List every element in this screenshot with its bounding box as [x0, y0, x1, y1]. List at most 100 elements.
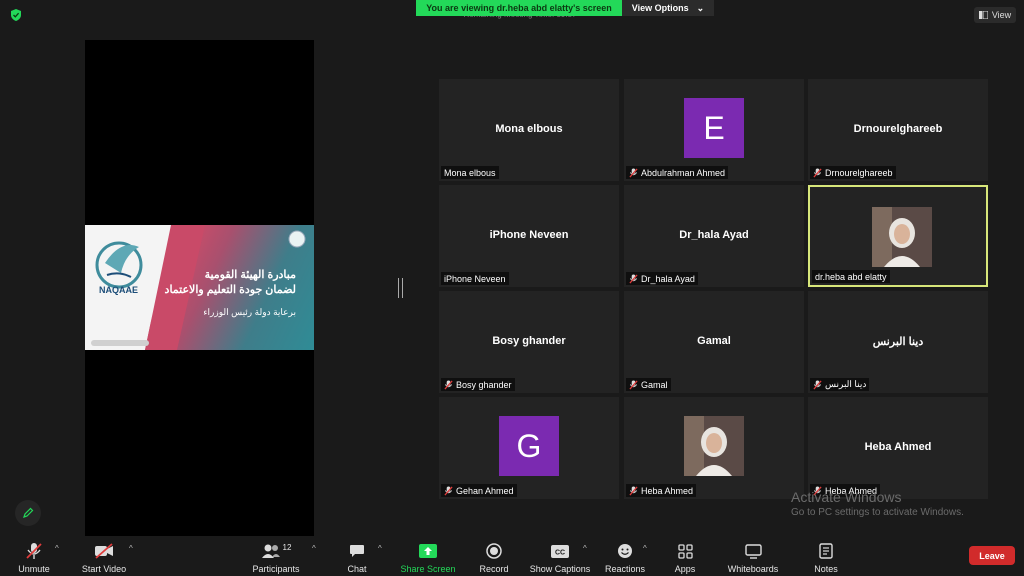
- participant-tile[interactable]: Dr_hala Ayad Dr_hala Ayad: [624, 185, 804, 287]
- reactions-button[interactable]: Reactions: [603, 542, 647, 576]
- mic-muted-icon: [813, 168, 822, 177]
- participant-name-label: Drnourelghareeb: [810, 166, 896, 179]
- participant-tile[interactable]: Bosy ghander Bosy ghander: [439, 291, 619, 393]
- participants-caret[interactable]: ^: [312, 544, 316, 553]
- chat-label: Chat: [347, 564, 367, 574]
- participant-tile[interactable]: G Gehan Ahmed: [439, 397, 619, 499]
- participants-label: Participants: [252, 564, 300, 574]
- participant-name: Bosy ghander: [456, 379, 512, 390]
- start-video-button[interactable]: Start Video: [80, 542, 128, 576]
- slide-title-line2: لضمان جودة التعليم والاعتماد: [164, 284, 296, 296]
- chat-caret[interactable]: ^: [378, 544, 382, 553]
- slide-url-bar: [91, 340, 149, 346]
- slide-title-line1: مبادرة الهيئة القومية: [204, 269, 296, 281]
- pencil-icon: [23, 507, 34, 518]
- participant-display-name: دينا البرنس: [872, 336, 924, 348]
- participant-name: dr.heba abd elatty: [815, 271, 887, 282]
- view-button[interactable]: View: [974, 7, 1016, 23]
- video-options-caret[interactable]: ^: [129, 544, 133, 553]
- participant-name: iPhone Neveen: [444, 273, 506, 284]
- participant-tile[interactable]: Drnourelghareeb Drnourelghareeb: [808, 79, 988, 181]
- share-screen-button[interactable]: Share Screen: [400, 542, 456, 576]
- apps-button[interactable]: Apps: [668, 542, 702, 576]
- participant-name: Gamal: [641, 379, 668, 390]
- shield-icon[interactable]: [10, 9, 22, 21]
- unmute-button[interactable]: Unmute: [12, 542, 56, 576]
- profile-photo: [684, 416, 744, 476]
- captions-icon: CC: [551, 544, 569, 558]
- meeting-toolbar: Unmute ^ Start Video ^ 12 Participants ^…: [0, 536, 1024, 576]
- mic-muted-icon: [444, 380, 453, 389]
- participant-name-label: Heba Ahmed: [626, 484, 697, 497]
- avatar: G: [499, 416, 559, 476]
- viewing-screen-banner: You are viewing dr.heba abd elatty's scr…: [416, 0, 622, 16]
- participant-name: Mona elbous: [444, 167, 496, 178]
- view-options-button[interactable]: View Options ⌄: [622, 0, 714, 16]
- view-button-label: View: [991, 10, 1012, 20]
- reactions-icon: [618, 544, 632, 558]
- participant-name-label: Dr_hala Ayad: [626, 272, 698, 285]
- participant-name-label: Mona elbous: [441, 166, 499, 179]
- mic-muted-icon: [629, 380, 638, 389]
- reactions-label: Reactions: [604, 564, 646, 574]
- participant-name: Dr_hala Ayad: [641, 273, 695, 284]
- chat-button[interactable]: Chat: [340, 542, 374, 576]
- record-button[interactable]: Record: [476, 542, 512, 576]
- participant-display-name: Dr_hala Ayad: [679, 229, 749, 241]
- leave-button[interactable]: Leave: [969, 546, 1015, 565]
- participant-display-name: Heba Ahmed: [864, 441, 932, 453]
- record-icon: [486, 543, 502, 559]
- participant-name-label: iPhone Neveen: [441, 272, 509, 285]
- participants-icon: [261, 544, 280, 558]
- participant-name: Heba Ahmed: [641, 485, 694, 496]
- slide-subtitle: برعاية دولة رئيس الوزراء: [203, 307, 296, 317]
- start-video-label: Start Video: [81, 564, 127, 574]
- participant-name: Abdulrahman Ahmed: [641, 167, 726, 178]
- split-divider-handle[interactable]: [398, 278, 403, 298]
- participant-tile[interactable]: E Abdulrahman Ahmed: [624, 79, 804, 181]
- participant-name-label: dr.heba abd elatty: [812, 270, 890, 283]
- activate-windows-title: Activate Windows: [791, 489, 902, 505]
- mic-muted-icon: [444, 486, 453, 495]
- naqaae-logo-text: NAQAAE: [99, 285, 139, 295]
- participant-name: دينا البرنس: [825, 379, 867, 389]
- participant-name: Drnourelghareeb: [825, 167, 893, 178]
- avatar: E: [684, 98, 744, 158]
- participants-button[interactable]: 12 Participants: [250, 542, 302, 576]
- participants-count: 12: [282, 542, 292, 552]
- share-screen-label: Share Screen: [400, 564, 456, 574]
- reactions-caret[interactable]: ^: [643, 544, 647, 553]
- participant-tile[interactable]: Heba Ahmed: [624, 397, 804, 499]
- whiteboards-button[interactable]: Whiteboards: [724, 542, 782, 576]
- audio-options-caret[interactable]: ^: [55, 544, 59, 553]
- participant-tile[interactable]: Mona elbous Mona elbous: [439, 79, 619, 181]
- participant-tile[interactable]: dr.heba abd elatty: [808, 185, 988, 287]
- apps-label: Apps: [674, 564, 696, 574]
- participant-tile[interactable]: Gamal Gamal: [624, 291, 804, 393]
- notes-button[interactable]: Notes: [810, 542, 842, 576]
- captions-caret[interactable]: ^: [583, 544, 587, 553]
- participant-tile[interactable]: iPhone Neveen iPhone Neveen: [439, 185, 619, 287]
- avatar: [872, 207, 932, 267]
- participant-display-name: Bosy ghander: [492, 335, 566, 347]
- mic-muted-icon: [629, 274, 638, 283]
- mic-muted-icon: [629, 486, 638, 495]
- annotate-pencil-button[interactable]: [15, 500, 41, 526]
- participant-display-name: iPhone Neveen: [489, 229, 569, 241]
- apps-icon: [677, 543, 693, 559]
- notes-label: Notes: [814, 564, 838, 574]
- record-label: Record: [479, 564, 509, 574]
- show-captions-button[interactable]: CC Show Captions: [529, 542, 591, 576]
- participant-display-name: Drnourelghareeb: [853, 123, 943, 135]
- share-screen-icon: [419, 544, 437, 558]
- participant-name-label: Abdulrahman Ahmed: [626, 166, 729, 179]
- participant-display-name: Mona elbous: [495, 123, 563, 135]
- show-captions-label: Show Captions: [529, 564, 591, 574]
- svg-text:CC: CC: [555, 549, 565, 556]
- participant-tile[interactable]: Heba Ahmed Heba Ahmed: [808, 397, 988, 499]
- activate-windows-subtitle: Go to PC settings to activate Windows.: [791, 507, 964, 518]
- participant-tile[interactable]: دينا البرنس دينا البرنس: [808, 291, 988, 393]
- shared-slide: NAQAAE مبادرة الهيئة القومية لضمان جودة …: [85, 225, 314, 350]
- participant-display-name: Gamal: [697, 335, 731, 347]
- participant-name-label: Gamal: [626, 378, 671, 391]
